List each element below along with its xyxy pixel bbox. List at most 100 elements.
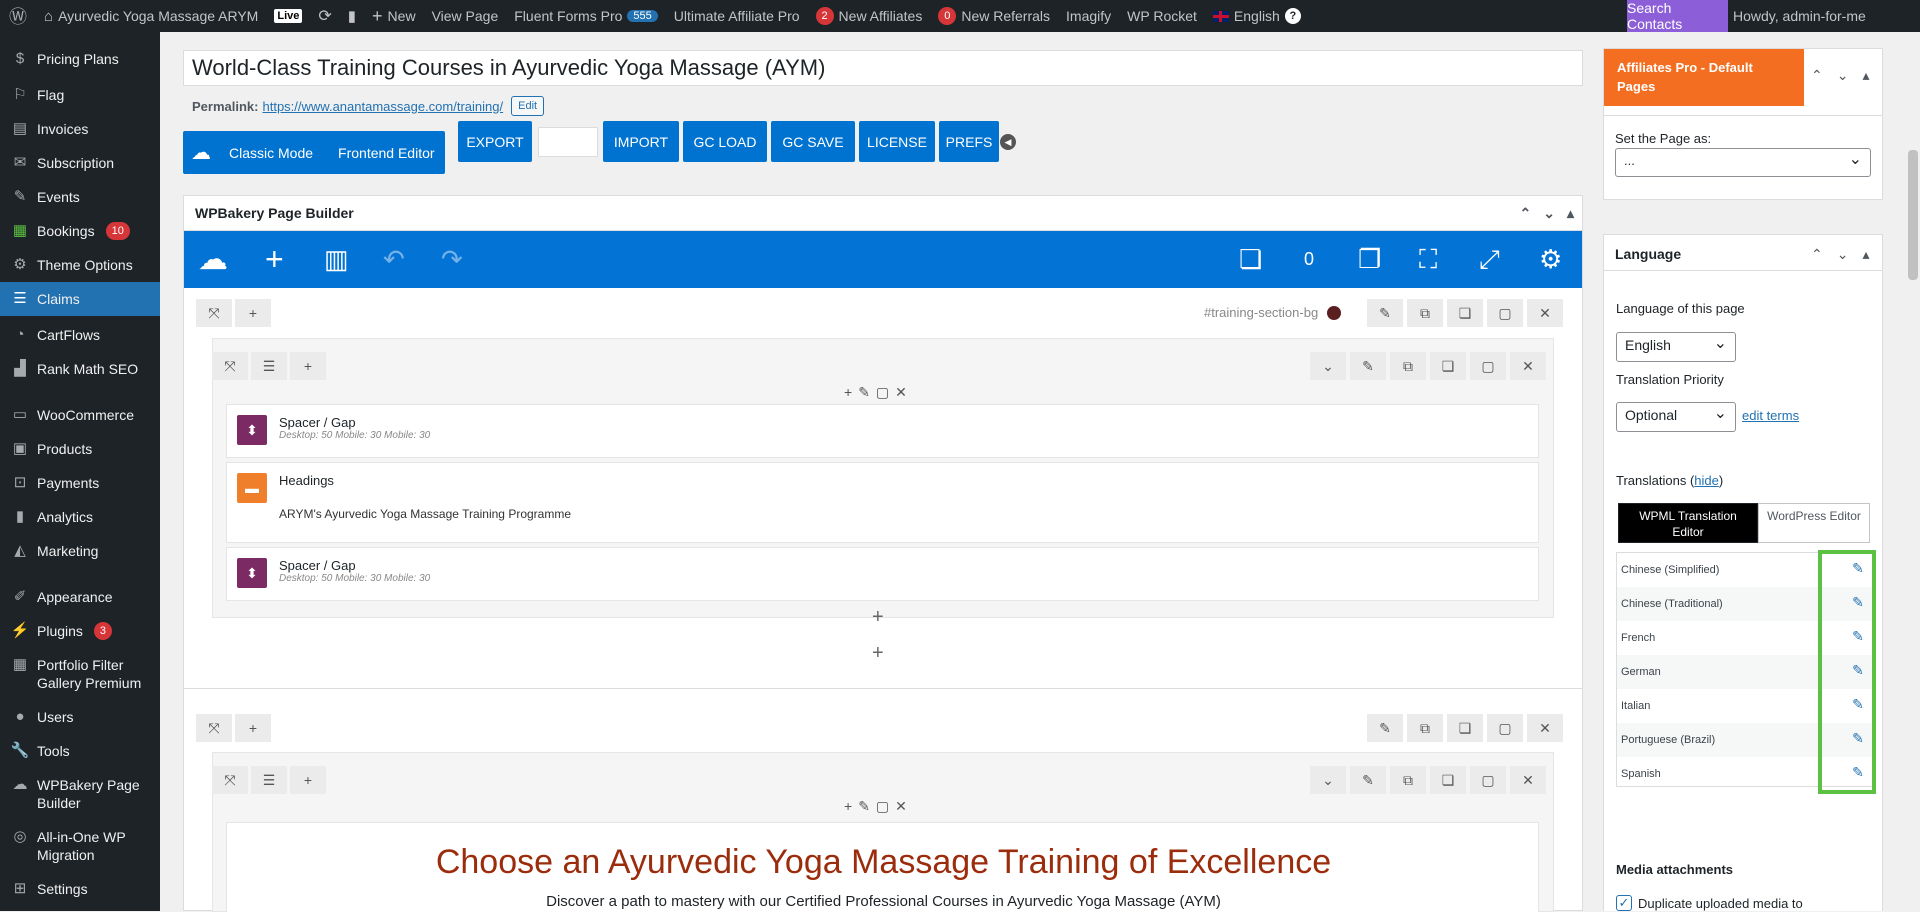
row-edit-icon[interactable]: ✎: [1350, 352, 1386, 380]
add-row-icon[interactable]: +: [872, 642, 884, 665]
row-delete-icon[interactable]: ✕: [1510, 352, 1546, 380]
move-down-icon[interactable]: ⌄: [1837, 67, 1849, 84]
tab-wpml-translation-editor[interactable]: WPML Translation Editor: [1618, 503, 1758, 543]
wp-rocket-link[interactable]: WP Rocket: [1119, 0, 1205, 32]
section-edit-icon[interactable]: ✎: [1367, 714, 1403, 742]
section-move-icon[interactable]: ⤧: [196, 299, 232, 327]
section-paste-icon[interactable]: ▢: [1487, 714, 1523, 742]
help-icon[interactable]: ?: [1284, 8, 1301, 24]
collapse-icon[interactable]: ▴: [1567, 205, 1574, 222]
howdy-user-menu[interactable]: Howdy, admin-for-me: [1733, 0, 1866, 32]
column-paste-icon[interactable]: ▢: [876, 798, 889, 815]
row-toggle-icon[interactable]: ⌄: [1310, 352, 1346, 380]
sidebar-item-events[interactable]: ✎ Events: [0, 188, 160, 206]
fluent-forms-link[interactable]: Fluent Forms Pro 555: [506, 0, 666, 32]
column-paste-icon[interactable]: ▢: [876, 384, 889, 401]
hide-translations-link[interactable]: hide: [1694, 473, 1719, 488]
presentation-icon[interactable]: ⛶: [1419, 231, 1437, 288]
sidebar-item-pricing-plans[interactable]: $ Pricing Plans: [0, 50, 160, 68]
page-scrollbar-thumb[interactable]: [1908, 150, 1918, 280]
section-add-icon[interactable]: +: [235, 299, 271, 327]
row-layout-icon[interactable]: ☰: [251, 352, 287, 380]
permalink-url-link[interactable]: https://www.anantamassage.com/training/: [262, 99, 503, 114]
sidebar-item-cartflows[interactable]: ◔ CartFlows: [0, 326, 160, 344]
sidebar-item-tools[interactable]: 🔧 Tools: [0, 742, 160, 760]
gc-save-button[interactable]: GC SAVE: [771, 121, 855, 162]
tab-wordpress-editor[interactable]: WordPress Editor: [1758, 503, 1870, 543]
row-delete-icon[interactable]: ✕: [1510, 766, 1546, 794]
row-toggle-icon[interactable]: ⌄: [1310, 766, 1346, 794]
copy-icon[interactable]: ❏: [1239, 231, 1262, 288]
add-element-icon[interactable]: +: [265, 231, 284, 288]
new-content-link[interactable]: + New: [364, 0, 424, 32]
templates-icon[interactable]: ▥: [324, 231, 349, 288]
column-add-icon[interactable]: +: [844, 384, 852, 401]
column-add-icon[interactable]: +: [844, 798, 852, 815]
row-add-icon[interactable]: +: [290, 766, 326, 794]
sidebar-item-appearance[interactable]: ✐ Appearance: [0, 588, 160, 606]
row-copy-icon[interactable]: ❏: [1430, 352, 1466, 380]
text-block-element[interactable]: Choose an Ayurvedic Yoga Massage Trainin…: [226, 822, 1539, 912]
move-down-icon[interactable]: ⌄: [1543, 205, 1555, 222]
sidebar-item-invoices[interactable]: ▤ Invoices: [0, 120, 160, 138]
prefs-button[interactable]: PREFS: [939, 121, 999, 162]
sidebar-item-theme-options[interactable]: ⚙ Theme Options: [0, 256, 160, 274]
section-delete-icon[interactable]: ✕: [1527, 299, 1563, 327]
row-copy-icon[interactable]: ❏: [1430, 766, 1466, 794]
translation-priority-select[interactable]: Optional: [1616, 402, 1736, 432]
sidebar-item-portfolio-filter-gallery[interactable]: ▦ Portfolio Filter Gallery Premium: [0, 656, 150, 692]
collapse-arrow-icon[interactable]: ◀: [1000, 134, 1016, 150]
row-paste-icon[interactable]: ▢: [1470, 766, 1506, 794]
section-clone-icon[interactable]: ⧉: [1407, 714, 1443, 742]
move-up-icon[interactable]: ⌃: [1811, 246, 1823, 263]
page-language-select[interactable]: English: [1616, 332, 1736, 362]
edit-terms-link[interactable]: edit terms: [1742, 408, 1799, 423]
search-contacts-button[interactable]: Search Contacts: [1627, 0, 1728, 32]
add-element-in-column-icon[interactable]: +: [872, 606, 884, 629]
sidebar-item-settings[interactable]: ⊞ Settings: [0, 880, 160, 898]
classic-mode-button[interactable]: Classic Mode: [229, 145, 313, 161]
sidebar-item-all-in-one-migration[interactable]: ◎ All-in-One WP Migration: [0, 828, 150, 864]
collapse-icon[interactable]: ▴: [1862, 67, 1869, 84]
row-clone-icon[interactable]: ⧉: [1390, 766, 1426, 794]
redo-icon[interactable]: ↷: [441, 231, 463, 288]
headings-element[interactable]: ▬ Headings ARYM's Ayurvedic Yoga Massage…: [226, 462, 1539, 543]
license-button[interactable]: LICENSE: [859, 121, 935, 162]
spacer-gap-element[interactable]: ⬍ Spacer / Gap Desktop: 50 Mobile: 30 Mo…: [226, 547, 1539, 601]
row-paste-icon[interactable]: ▢: [1470, 352, 1506, 380]
import-button[interactable]: IMPORT: [603, 121, 679, 162]
undo-icon[interactable]: ↶: [383, 231, 405, 288]
sidebar-item-bookings[interactable]: ▦ Bookings 10: [0, 222, 160, 240]
live-badge[interactable]: Live: [266, 0, 310, 32]
column-edit-icon[interactable]: ✎: [858, 384, 870, 401]
sidebar-item-plugins[interactable]: ⚡ Plugins 3: [0, 622, 160, 640]
permalink-edit-button[interactable]: Edit: [511, 96, 545, 116]
updates-icon[interactable]: ⟳: [310, 0, 339, 32]
section-copy-icon[interactable]: ❏: [1447, 714, 1483, 742]
wpbakery-logo-icon[interactable]: ☁: [198, 231, 228, 288]
column-edit-icon[interactable]: ✎: [858, 798, 870, 815]
view-page-link[interactable]: View Page: [424, 0, 507, 32]
affiliates-box-header[interactable]: Affiliates Pro - Default Pages: [1604, 49, 1804, 106]
move-up-icon[interactable]: ⌃: [1811, 67, 1823, 84]
sidebar-item-flag[interactable]: ⚐ Flag: [0, 86, 160, 104]
imagify-link[interactable]: Imagify: [1058, 0, 1119, 32]
language-switcher[interactable]: English?: [1205, 0, 1309, 32]
spacer-gap-element[interactable]: ⬍ Spacer / Gap Desktop: 50 Mobile: 30 Mo…: [226, 404, 1539, 458]
sidebar-item-subscription[interactable]: ✉ Subscription: [0, 154, 160, 172]
sidebar-item-marketing[interactable]: ◭ Marketing: [0, 542, 160, 560]
section-clone-icon[interactable]: ⧉: [1407, 299, 1443, 327]
row-clone-icon[interactable]: ⧉: [1390, 352, 1426, 380]
export-code-input[interactable]: [538, 127, 598, 157]
section-paste-icon[interactable]: ▢: [1487, 299, 1523, 327]
paste-icon[interactable]: ❐: [1358, 231, 1381, 288]
affiliates-page-select[interactable]: ...: [1615, 148, 1871, 177]
row-edit-icon[interactable]: ✎: [1350, 766, 1386, 794]
row-move-icon[interactable]: ⤧: [212, 766, 248, 794]
column-delete-icon[interactable]: ✕: [895, 798, 907, 815]
wordpress-logo-icon[interactable]: Ⓦ: [0, 0, 36, 32]
post-title-input[interactable]: World-Class Training Courses in Ayurvedi…: [183, 50, 1583, 86]
sidebar-item-products[interactable]: ▣ Products: [0, 440, 160, 458]
sidebar-item-rank-math-seo[interactable]: ▟ Rank Math SEO: [0, 360, 160, 378]
section-move-icon[interactable]: ⤧: [196, 714, 232, 742]
